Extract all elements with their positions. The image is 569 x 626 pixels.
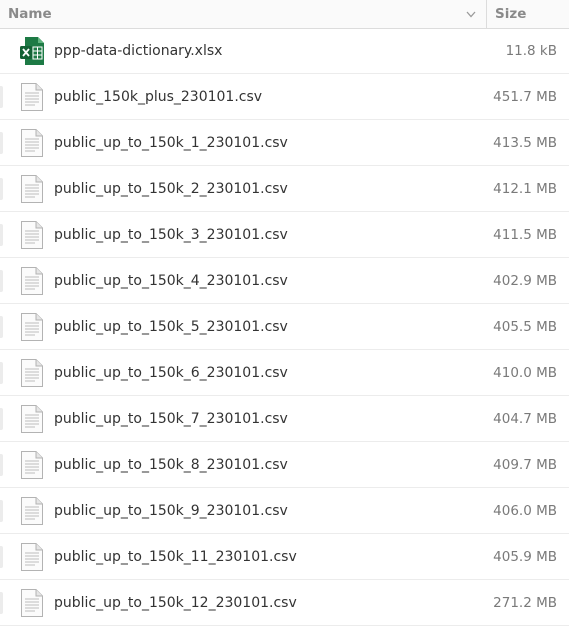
- file-name: public_150k_plus_230101.csv: [54, 88, 263, 105]
- file-name: public_up_to_150k_5_230101.csv: [54, 318, 288, 335]
- text-file-icon: [19, 449, 45, 481]
- text-file-icon: [19, 357, 45, 389]
- file-name: public_up_to_150k_8_230101.csv: [54, 456, 288, 473]
- file-size: 413.5 MB: [493, 134, 557, 151]
- file-size: 405.5 MB: [493, 318, 557, 335]
- file-name: public_up_to_150k_6_230101.csv: [54, 364, 288, 381]
- file-row[interactable]: public_up_to_150k_3_230101.csv 411.5 MB: [0, 212, 569, 258]
- text-file-icon: [19, 173, 45, 205]
- file-size: 410.0 MB: [493, 364, 557, 381]
- spreadsheet-icon: [19, 35, 45, 67]
- file-row[interactable]: public_up_to_150k_6_230101.csv 410.0 MB: [0, 350, 569, 396]
- file-size: 411.5 MB: [493, 226, 557, 243]
- file-size: 406.0 MB: [493, 502, 557, 519]
- text-file-icon: [19, 81, 45, 113]
- size-column-header[interactable]: Size: [487, 0, 569, 28]
- file-row[interactable]: public_up_to_150k_1_230101.csv 413.5 MB: [0, 120, 569, 166]
- file-row[interactable]: public_up_to_150k_5_230101.csv 405.5 MB: [0, 304, 569, 350]
- text-file-icon: [19, 541, 45, 573]
- file-name: public_up_to_150k_2_230101.csv: [54, 180, 288, 197]
- name-column-label: Name: [8, 6, 52, 22]
- row-gutter-marker: [0, 132, 3, 154]
- file-row[interactable]: public_up_to_150k_7_230101.csv 404.7 MB: [0, 396, 569, 442]
- file-size: 409.7 MB: [493, 456, 557, 473]
- file-list-view: Name Size ppp-data-dictionary.xlsx 11.8 k…: [0, 0, 569, 626]
- row-gutter-marker: [0, 224, 3, 246]
- file-name: public_up_to_150k_11_230101.csv: [54, 548, 297, 565]
- text-file-icon: [19, 495, 45, 527]
- file-size: 11.8 kB: [505, 43, 557, 59]
- row-gutter-marker: [0, 546, 3, 568]
- row-gutter-marker: [0, 362, 3, 384]
- row-gutter-marker: [0, 500, 3, 522]
- file-name: public_up_to_150k_1_230101.csv: [54, 134, 288, 151]
- row-gutter-marker: [0, 408, 3, 430]
- size-column-label: Size: [495, 6, 527, 22]
- file-size: 404.7 MB: [493, 410, 557, 427]
- name-column-header[interactable]: Name: [0, 0, 487, 28]
- row-gutter-marker: [0, 270, 3, 292]
- text-file-icon: [19, 311, 45, 343]
- text-file-icon: [19, 265, 45, 297]
- row-gutter-marker: [0, 592, 3, 614]
- file-row[interactable]: public_150k_plus_230101.csv 451.7 MB: [0, 74, 569, 120]
- row-gutter-marker: [0, 316, 3, 338]
- file-row[interactable]: ppp-data-dictionary.xlsx 11.8 kB: [0, 29, 569, 74]
- file-name: public_up_to_150k_4_230101.csv: [54, 272, 288, 289]
- file-name: public_up_to_150k_9_230101.csv: [54, 502, 288, 519]
- file-row[interactable]: public_up_to_150k_11_230101.csv 405.9 MB: [0, 534, 569, 580]
- file-row[interactable]: public_up_to_150k_2_230101.csv 412.1 MB: [0, 166, 569, 212]
- file-size: 451.7 MB: [493, 88, 557, 105]
- file-row[interactable]: public_up_to_150k_8_230101.csv 409.7 MB: [0, 442, 569, 488]
- file-name: public_up_to_150k_12_230101.csv: [54, 594, 297, 611]
- file-size: 271.2 MB: [493, 594, 557, 611]
- row-gutter-marker: [0, 178, 3, 200]
- file-size: 402.9 MB: [493, 272, 557, 289]
- column-header-bar: Name Size: [0, 0, 569, 29]
- file-row[interactable]: public_up_to_150k_12_230101.csv 271.2 MB: [0, 580, 569, 626]
- sort-ascending-icon[interactable]: [466, 9, 476, 19]
- row-gutter-marker: [0, 454, 3, 476]
- text-file-icon: [19, 403, 45, 435]
- text-file-icon: [19, 587, 45, 619]
- file-name: ppp-data-dictionary.xlsx: [54, 43, 223, 59]
- file-size: 412.1 MB: [493, 180, 557, 197]
- file-row[interactable]: public_up_to_150k_9_230101.csv 406.0 MB: [0, 488, 569, 534]
- text-file-icon: [19, 127, 45, 159]
- text-file-icon: [19, 219, 45, 251]
- row-gutter-marker: [0, 86, 3, 108]
- file-name: public_up_to_150k_7_230101.csv: [54, 410, 288, 427]
- file-name: public_up_to_150k_3_230101.csv: [54, 226, 288, 243]
- file-size: 405.9 MB: [493, 548, 557, 565]
- file-rows: ppp-data-dictionary.xlsx 11.8 kB public_15…: [0, 29, 569, 626]
- file-row[interactable]: public_up_to_150k_4_230101.csv 402.9 MB: [0, 258, 569, 304]
